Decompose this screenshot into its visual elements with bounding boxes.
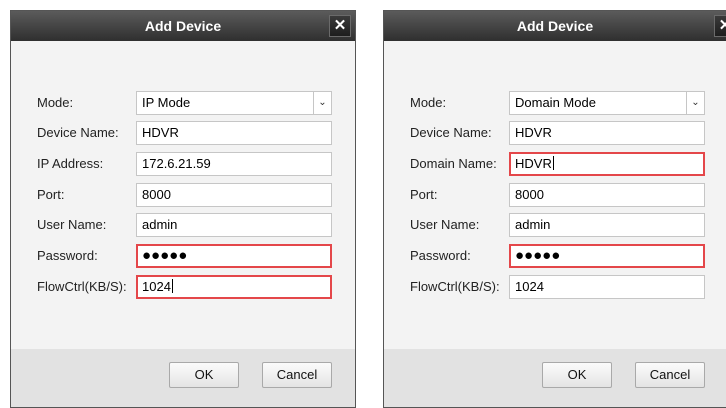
close-icon[interactable]: ✕ [329,15,351,37]
device-name-label: Device Name: [410,125,492,140]
user-name-input[interactable]: admin [136,213,332,237]
mode-label: Mode: [410,95,447,110]
mode-label: Mode: [37,95,74,110]
user-name-label: User Name: [410,217,480,232]
chevron-down-icon[interactable]: ⌄ [313,92,331,114]
dialog-title: Add Device [144,18,222,34]
cancel-button[interactable]: Cancel [635,362,705,388]
flowctrl-input[interactable]: 1024 [509,275,705,299]
flowctrl-input[interactable]: 1024 [136,275,332,299]
dialog-title-bar: Add Device ✕ [11,11,355,41]
mode-select[interactable]: Domain Mode ⌄ [509,91,705,115]
port-input[interactable]: 8000 [136,183,332,207]
port-label: Port: [410,187,438,202]
flowctrl-value: 1024 [142,279,171,294]
text-caret [171,279,173,293]
password-label: Password: [37,248,98,263]
flowctrl-label: FlowCtrl(KB/S): [410,279,500,294]
ok-button[interactable]: OK [169,362,239,388]
user-name-row: User Name: admin [11,213,355,239]
flowctrl-row: FlowCtrl(KB/S): 1024 [11,275,355,301]
mode-select[interactable]: IP Mode ⌄ [136,91,332,115]
device-name-input[interactable]: HDVR [509,121,705,145]
ok-button[interactable]: OK [542,362,612,388]
ip-address-input[interactable]: 172.6.21.59 [136,152,332,176]
add-device-dialog-domain-mode: Add Device ✕ Mode: Domain Mode ⌄ Device … [383,10,726,408]
user-name-input[interactable]: admin [509,213,705,237]
domain-name-label: Domain Name: [410,156,497,171]
domain-name-row: Domain Name: HDVR [384,152,726,178]
ip-address-label: IP Address: [37,156,104,171]
password-input[interactable]: ●●●●● [509,244,705,268]
user-name-row: User Name: admin [384,213,726,239]
port-row: Port: 8000 [384,183,726,209]
add-device-dialog-ip-mode: Add Device ✕ Mode: IP Mode ⌄ Device Name… [10,10,356,408]
chevron-down-icon[interactable]: ⌄ [686,92,704,114]
domain-name-value: HDVR [515,156,552,171]
password-row: Password: ●●●●● [11,244,355,270]
port-label: Port: [37,187,65,202]
device-name-input[interactable]: HDVR [136,121,332,145]
dialog-title: Add Device [516,18,594,34]
domain-name-input[interactable]: HDVR [509,152,705,176]
user-name-label: User Name: [37,217,107,232]
dialog-footer: OK Cancel [384,349,726,407]
password-row: Password: ●●●●● [384,244,726,270]
text-caret [552,156,554,170]
mode-row: Mode: IP Mode ⌄ [11,91,355,117]
mode-row: Mode: Domain Mode ⌄ [384,91,726,117]
mode-value: Domain Mode [515,95,596,110]
password-label: Password: [410,248,471,263]
dialog-title-bar: Add Device ✕ [384,11,726,41]
port-row: Port: 8000 [11,183,355,209]
device-name-label: Device Name: [37,125,119,140]
dialog-footer: OK Cancel [11,349,355,407]
device-name-row: Device Name: HDVR [11,121,355,147]
password-input[interactable]: ●●●●● [136,244,332,268]
flowctrl-label: FlowCtrl(KB/S): [37,279,127,294]
ip-address-row: IP Address: 172.6.21.59 [11,152,355,178]
cancel-button[interactable]: Cancel [262,362,332,388]
mode-value: IP Mode [142,95,191,110]
port-input[interactable]: 8000 [509,183,705,207]
flowctrl-row: FlowCtrl(KB/S): 1024 [384,275,726,301]
close-icon[interactable]: ✕ [714,15,726,37]
device-name-row: Device Name: HDVR [384,121,726,147]
